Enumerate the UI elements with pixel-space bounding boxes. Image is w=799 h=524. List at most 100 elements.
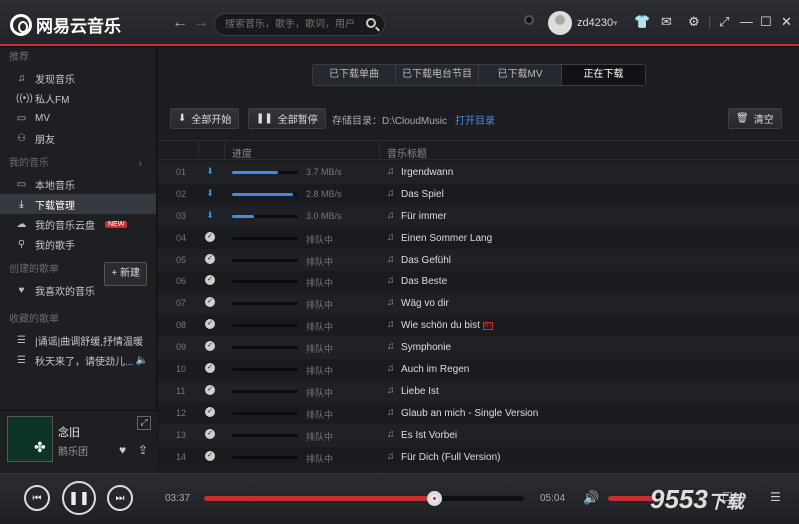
music-note-icon: ♫ — [387, 363, 395, 375]
row-speed: 排队中 — [306, 453, 334, 464]
sidebar-item-downloads[interactable]: ⤓ 下载管理 — [0, 194, 156, 214]
progress-slider[interactable] — [204, 491, 524, 506]
progress-handle[interactable] — [427, 491, 443, 506]
username[interactable]: zd4230 — [577, 17, 613, 29]
table-row[interactable]: 14 ✓ 排队中 ♫ Für Dich (Full Version) — [158, 446, 799, 469]
queued-check-icon: ✓ — [205, 253, 215, 264]
sidebar-item-playlist[interactable]: ☰ |诵谣|曲调舒缓,抒情温暖 — [0, 330, 156, 350]
row-number: 11 — [176, 385, 186, 396]
downloading-arrow-icon: ⬇ — [206, 209, 214, 220]
row-title: Liebe Ist — [401, 385, 439, 397]
pause-button[interactable]: ❚❚ — [62, 481, 96, 515]
previous-button[interactable]: ⏮ — [24, 485, 50, 511]
row-title: Das Gefühl — [401, 254, 452, 266]
search-input[interactable] — [225, 19, 365, 30]
sidebar-item-playlist[interactable]: ☰ 秋天来了，请使劲儿... 🔈 — [0, 350, 156, 370]
title-bar: 网易云音乐 ← → zd4230 ▾ 👕 ✉ ⚙ | ⤢ — ☐ ✕ — [0, 0, 799, 46]
column-progress[interactable]: 进度 — [232, 145, 252, 160]
skin-tshirt-icon[interactable]: 👕 — [634, 14, 650, 30]
start-all-button[interactable]: ⬇ 全部开始 — [170, 108, 240, 129]
playlist-icon: ☰ — [17, 334, 26, 346]
search-icon[interactable] — [366, 18, 376, 28]
status-dot-icon — [524, 15, 534, 25]
mv-badge-icon[interactable]: MV — [482, 321, 493, 330]
sidebar-item-fm[interactable]: ((•)) 私人FM — [0, 88, 156, 108]
song-title[interactable]: 念旧 — [58, 424, 80, 440]
minimize-icon[interactable]: — — [740, 14, 753, 29]
sidebar-item-cloud[interactable]: ☁ 我的音乐云盘 NEW — [0, 214, 156, 234]
table-row[interactable]: 04 ✓ 排队中 ♫ Einen Sommer Lang — [158, 227, 799, 250]
album-cover[interactable]: ✤ — [7, 416, 53, 462]
tab-downloaded-songs[interactable]: 已下载单曲 — [313, 65, 396, 85]
row-progress-bar — [232, 258, 298, 262]
back-arrow-icon[interactable]: ← — [172, 14, 188, 32]
sidebar-item-friends[interactable]: ⚇ 朋友 — [0, 128, 156, 148]
row-title: Auch im Regen — [401, 364, 470, 376]
table-row[interactable]: 01 ⬇ 3.7 MB/s ♫ Irgendwann — [158, 162, 799, 184]
mail-icon[interactable]: ✉ — [661, 14, 672, 30]
mini-mode-icon[interactable]: ⤢ — [719, 14, 729, 30]
elapsed-time: 03:37 — [165, 493, 191, 504]
open-directory-link[interactable]: 打开目录 — [455, 116, 495, 127]
table-row[interactable]: 08 ✓ 排队中 ♫ Wie schön du bist MV — [158, 315, 799, 338]
table-row[interactable]: 05 ✓ 排队中 ♫ Das Gefühl — [158, 249, 799, 272]
table-row[interactable]: 13 ✓ 排队中 ♫ Es Ist Vorbei — [158, 424, 799, 447]
sidebar-item-liked[interactable]: ♥ 我喜欢的音乐 — [0, 280, 156, 300]
table-row[interactable]: 09 ✓ 排队中 ♫ Symphonie — [158, 337, 799, 360]
download-icon: ⤓ — [19, 198, 24, 210]
row-number: 10 — [176, 364, 187, 375]
row-number: 14 — [176, 451, 187, 462]
artist-name[interactable]: 鹅乐团 — [58, 443, 88, 458]
table-row[interactable]: 06 ✓ 排队中 ♫ Das Beste — [158, 271, 799, 294]
friends-icon: ⚇ — [17, 132, 26, 144]
chevron-down-icon[interactable]: ▾ — [613, 18, 618, 29]
tab-downloading[interactable]: 正在下载 — [562, 65, 645, 85]
maximize-icon[interactable]: ☐ — [760, 14, 772, 30]
row-progress-bar — [232, 171, 298, 174]
avatar[interactable] — [548, 11, 572, 35]
next-button[interactable]: ⏭ — [107, 485, 133, 511]
queued-check-icon: ✓ — [205, 341, 215, 352]
row-speed: 排队中 — [306, 366, 334, 377]
cloud-icon: ☁ — [16, 218, 27, 230]
close-icon[interactable]: ✕ — [781, 14, 792, 30]
clear-button[interactable]: 🗑 清空 — [728, 108, 782, 129]
sidebar-item-artists[interactable]: ⚲ 我的歌手 — [0, 234, 156, 254]
row-title: Symphonie — [401, 342, 452, 354]
table-row[interactable]: 03 ⬇ 3.0 MB/s ♫ Für immer — [158, 205, 799, 228]
progress-fill — [204, 496, 435, 501]
search-box[interactable] — [214, 13, 385, 36]
row-progress-bar — [232, 214, 298, 218]
queued-check-icon: ✓ — [205, 297, 215, 308]
sidebar-item-discover[interactable]: ♫ 发现音乐 — [0, 68, 156, 88]
heart-icon[interactable]: ♥ — [119, 443, 126, 457]
total-time: 05:04 — [540, 493, 566, 504]
music-note-icon: ♫ — [387, 209, 395, 221]
tab-downloaded-mv[interactable]: 已下载MV — [479, 65, 562, 85]
forward-arrow-icon[interactable]: → — [193, 14, 209, 32]
table-row[interactable]: 02 ⬇ 2.8 MB/s ♫ Das Spiel — [158, 183, 799, 206]
column-title[interactable]: 音乐标题 — [387, 145, 427, 160]
sidebar-item-mv[interactable]: ▭ MV — [0, 108, 156, 128]
share-icon[interactable]: ⇪ — [138, 443, 148, 457]
volume-icon[interactable]: 🔊 — [583, 490, 599, 506]
section-collected-playlists: 收藏的歌单 — [9, 314, 59, 325]
chevron-right-icon[interactable]: › — [139, 154, 142, 174]
sidebar: 推荐 ♫ 发现音乐 ((•)) 私人FM ▭ MV ⚇ 朋友 我的音乐 › ▭ 本地音乐 ⤓… — [0, 48, 157, 410]
main-panel: 已下载单曲 已下载电台节目 已下载MV 正在下载 ⬇ 全部开始 ❚❚ 全部暂停 存储… — [158, 48, 799, 473]
sidebar-item-local[interactable]: ▭ 本地音乐 — [0, 174, 156, 194]
table-row[interactable]: 11 ✓ 排队中 ♫ Liebe Ist — [158, 380, 799, 403]
row-progress-bar — [232, 302, 298, 306]
row-progress-bar — [232, 192, 298, 196]
tab-downloaded-radio[interactable]: 已下载电台节目 — [396, 65, 479, 85]
speaker-icon: 🔈 — [135, 354, 148, 366]
playlist-icon[interactable]: ☰ — [770, 490, 781, 504]
gear-icon[interactable]: ⚙ — [688, 14, 700, 30]
new-badge: NEW — [105, 220, 128, 228]
table-row[interactable]: 07 ✓ 排队中 ♫ Wäg vo dir — [158, 293, 799, 316]
table-row[interactable]: 10 ✓ 排队中 ♫ Auch im Regen — [158, 359, 799, 381]
table-row[interactable]: 12 ✓ 排队中 ♫ Glaub an mich - Single Version — [158, 402, 799, 425]
expand-icon[interactable]: ⤢ — [137, 416, 151, 430]
app-logo[interactable]: 网易云音乐 — [10, 12, 121, 37]
pause-all-button[interactable]: ❚❚ 全部暂停 — [248, 108, 326, 129]
